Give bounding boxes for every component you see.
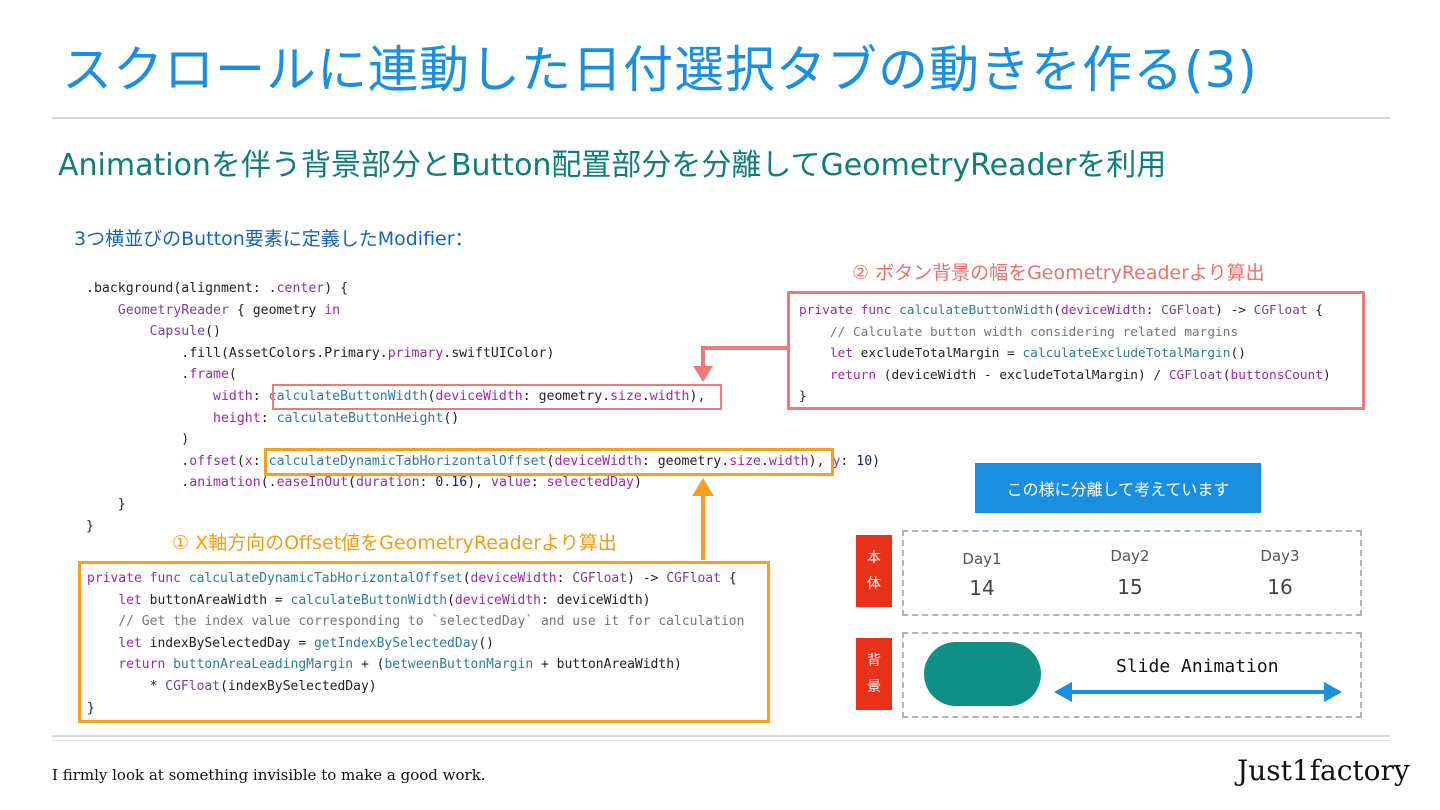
offset-calc-label: ① X軸方向のOffset値をGeometryReaderより算出 <box>172 532 617 554</box>
button-layer-panel: Day1 14 Day2 15 Day3 16 <box>902 530 1362 616</box>
offset-highlight <box>264 448 834 476</box>
day-number: 14 <box>969 576 995 600</box>
bg-tag-char-1: 背 <box>867 653 881 669</box>
main-tag-char-1: 本 <box>867 550 881 566</box>
day-label: Day3 <box>1260 547 1300 565</box>
page-title: スクロールに連動した日付選択タブの動きを作る(3) <box>62 41 1258 99</box>
section-label: 3つ横並びのButton要素に定義したModifier： <box>74 228 474 250</box>
bg-tag-char-2: 景 <box>867 679 881 695</box>
footer-divider <box>52 735 1390 737</box>
footer-divider-thin <box>52 740 1390 741</box>
width-calc-label: ② ボタン背景の幅をGeometryReaderより算出 <box>852 262 1265 284</box>
background-layer-panel: Slide Animation <box>902 632 1362 718</box>
day-label: Day1 <box>962 550 1002 568</box>
main-tag-char-2: 体 <box>867 576 881 592</box>
footer-tagline: I firmly look at something invisible to … <box>52 766 486 784</box>
day-label: Day2 <box>1110 547 1150 565</box>
main-body-tag: 本 体 <box>856 535 892 607</box>
day-number: 15 <box>1117 575 1143 599</box>
day-number: 16 <box>1267 575 1293 599</box>
double-arrow-icon <box>1054 682 1342 702</box>
button-width-code-box: private func calculateButtonWidth(device… <box>787 291 1365 410</box>
slide-animation-label: Slide Animation <box>1116 656 1279 677</box>
background-tag: 背 景 <box>856 638 892 710</box>
page-subtitle: Animationを伴う背景部分とButton配置部分を分離してGeometry… <box>58 148 1167 183</box>
width-highlight <box>272 384 722 410</box>
title-divider <box>52 117 1390 119</box>
capsule-shape <box>924 642 1041 706</box>
offset-code-box: private func calculateDynamicTabHorizont… <box>78 561 770 723</box>
brand-logo: Just1factory <box>1237 754 1410 787</box>
separated-note-badge: この様に分離して考えています <box>975 463 1261 513</box>
